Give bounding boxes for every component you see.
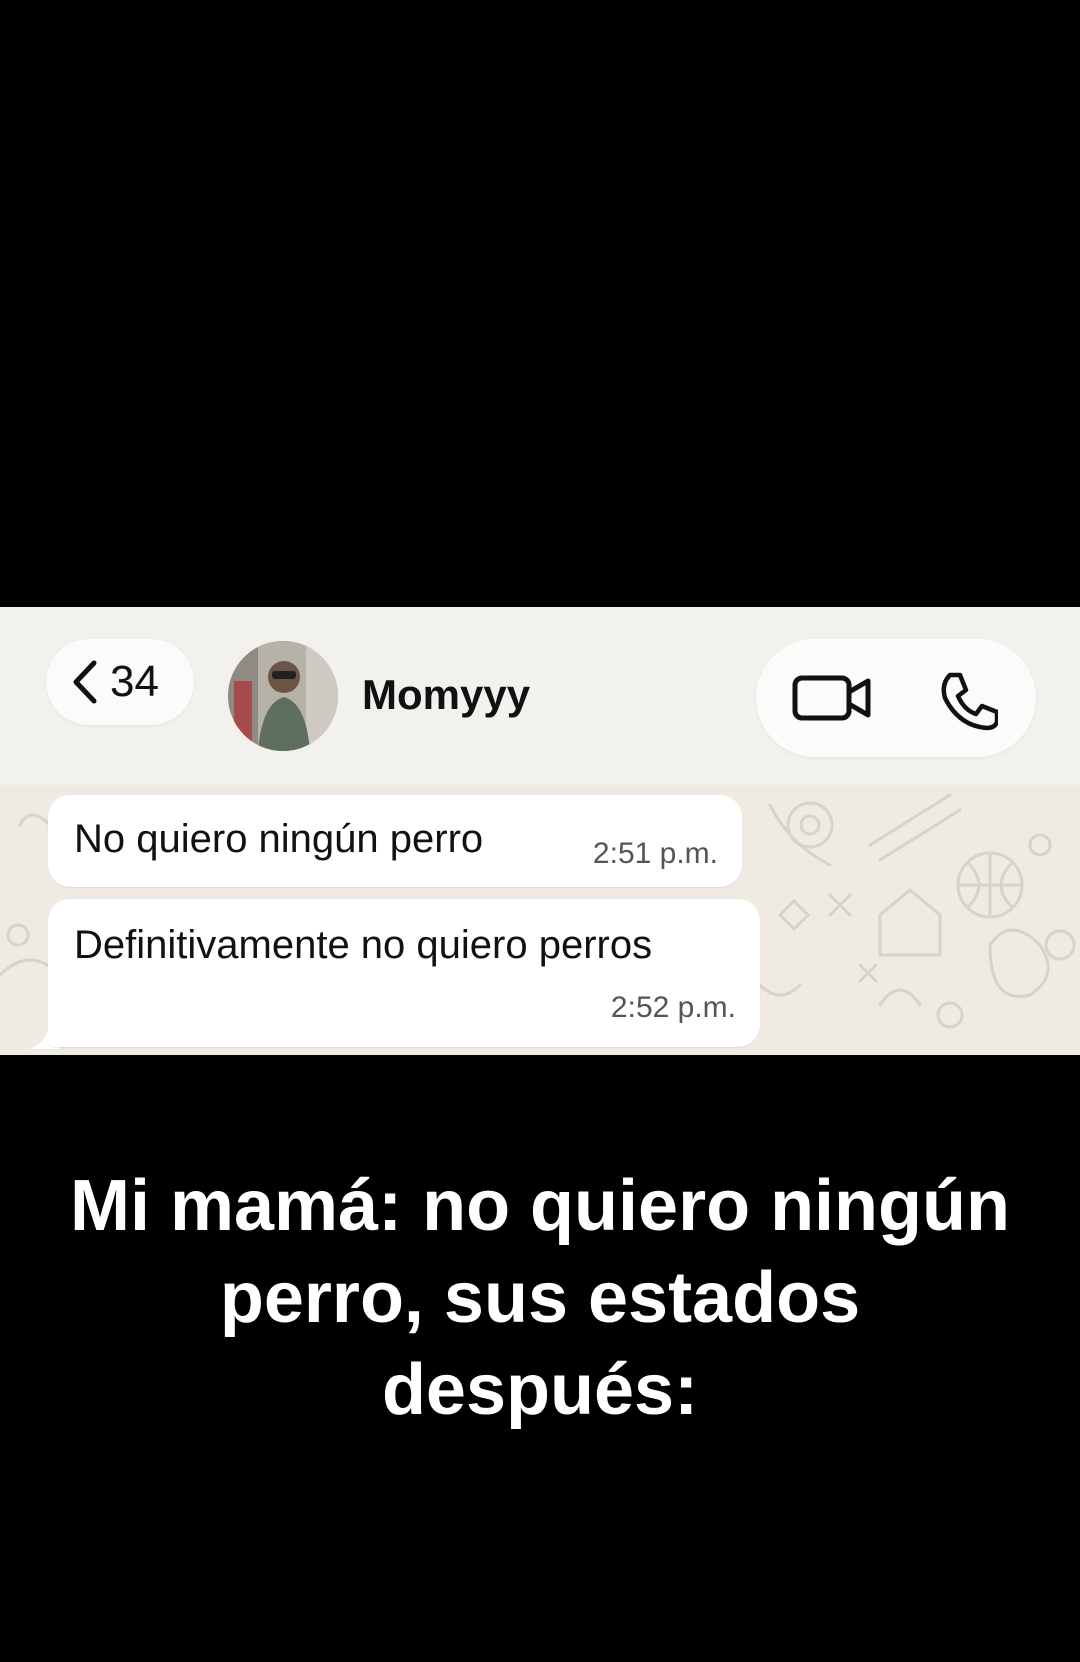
avatar[interactable] — [228, 641, 338, 751]
message-timestamp: 2:51 p.m. — [592, 837, 718, 870]
chevron-left-icon — [73, 660, 97, 704]
call-actions — [756, 639, 1036, 757]
message-text: No quiero ningún perro — [74, 817, 484, 861]
message-bubble[interactable]: No quiero ningún perro 2:51 p.m. — [48, 795, 742, 887]
message-bubble[interactable]: Definitivamente no quiero perros 2:52 p.… — [48, 899, 760, 1047]
back-button[interactable]: 34 — [46, 639, 194, 725]
message-timestamp: 2:52 p.m. — [610, 991, 736, 1024]
unread-count: 34 — [110, 657, 159, 706]
chat-header: 34 Momyyy — [0, 607, 1080, 785]
avatar-image — [228, 641, 338, 751]
chat-screenshot: 34 Momyyy No quiero ningún perro 2:51 p.… — [0, 607, 1080, 1055]
contact-name[interactable]: Momyyy — [362, 671, 530, 719]
video-camera-icon[interactable] — [792, 673, 872, 723]
meme-caption: Mi mamá: no quiero ningún perro, sus est… — [70, 1166, 1010, 1430]
phone-icon[interactable] — [936, 669, 998, 731]
message-text: Definitivamente no quiero perros — [74, 923, 653, 967]
